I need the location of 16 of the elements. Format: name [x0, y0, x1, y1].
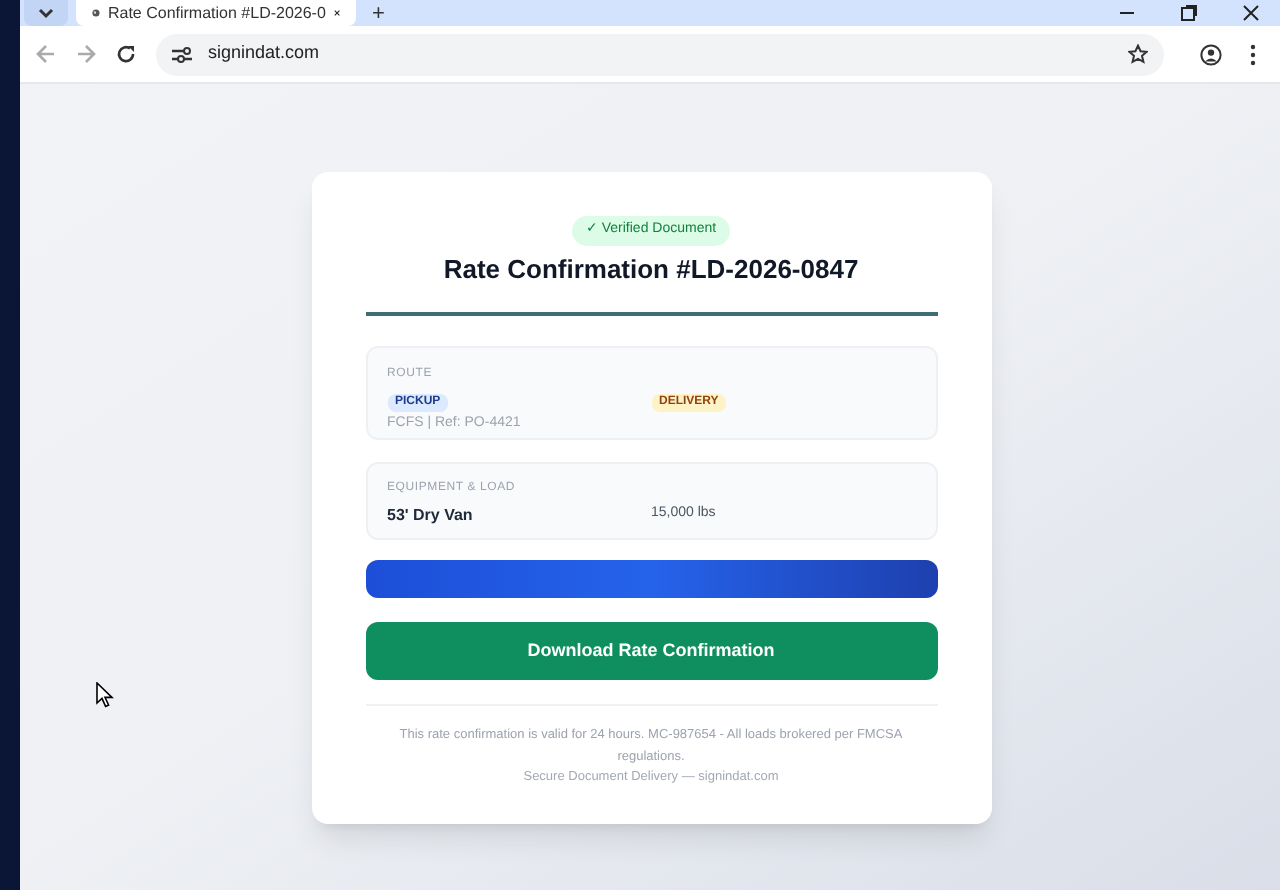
download-button[interactable]: Download Rate Confirmation	[365, 622, 937, 680]
page-title: Rate Confirmation #LD-2026-0847	[441, 251, 861, 287]
site-settings-icon[interactable]	[172, 45, 192, 63]
reload-icon[interactable]	[116, 44, 136, 64]
close-icon[interactable]	[1242, 4, 1260, 22]
new-tab-button[interactable]: +	[372, 4, 385, 26]
close-icon[interactable]	[333, 6, 340, 20]
menu-icon[interactable]	[1250, 43, 1256, 65]
star-icon[interactable]	[1128, 44, 1148, 64]
url-text: signindat.com	[208, 40, 320, 67]
profile-icon[interactable]	[1200, 43, 1222, 65]
cursor-icon	[96, 682, 114, 708]
equipment-type: 53' Dry Van	[387, 504, 475, 528]
maximize-icon[interactable]	[1180, 4, 1198, 22]
dropdown-icon[interactable]	[38, 7, 54, 19]
address-bar[interactable]: signindat.com	[156, 33, 1164, 75]
